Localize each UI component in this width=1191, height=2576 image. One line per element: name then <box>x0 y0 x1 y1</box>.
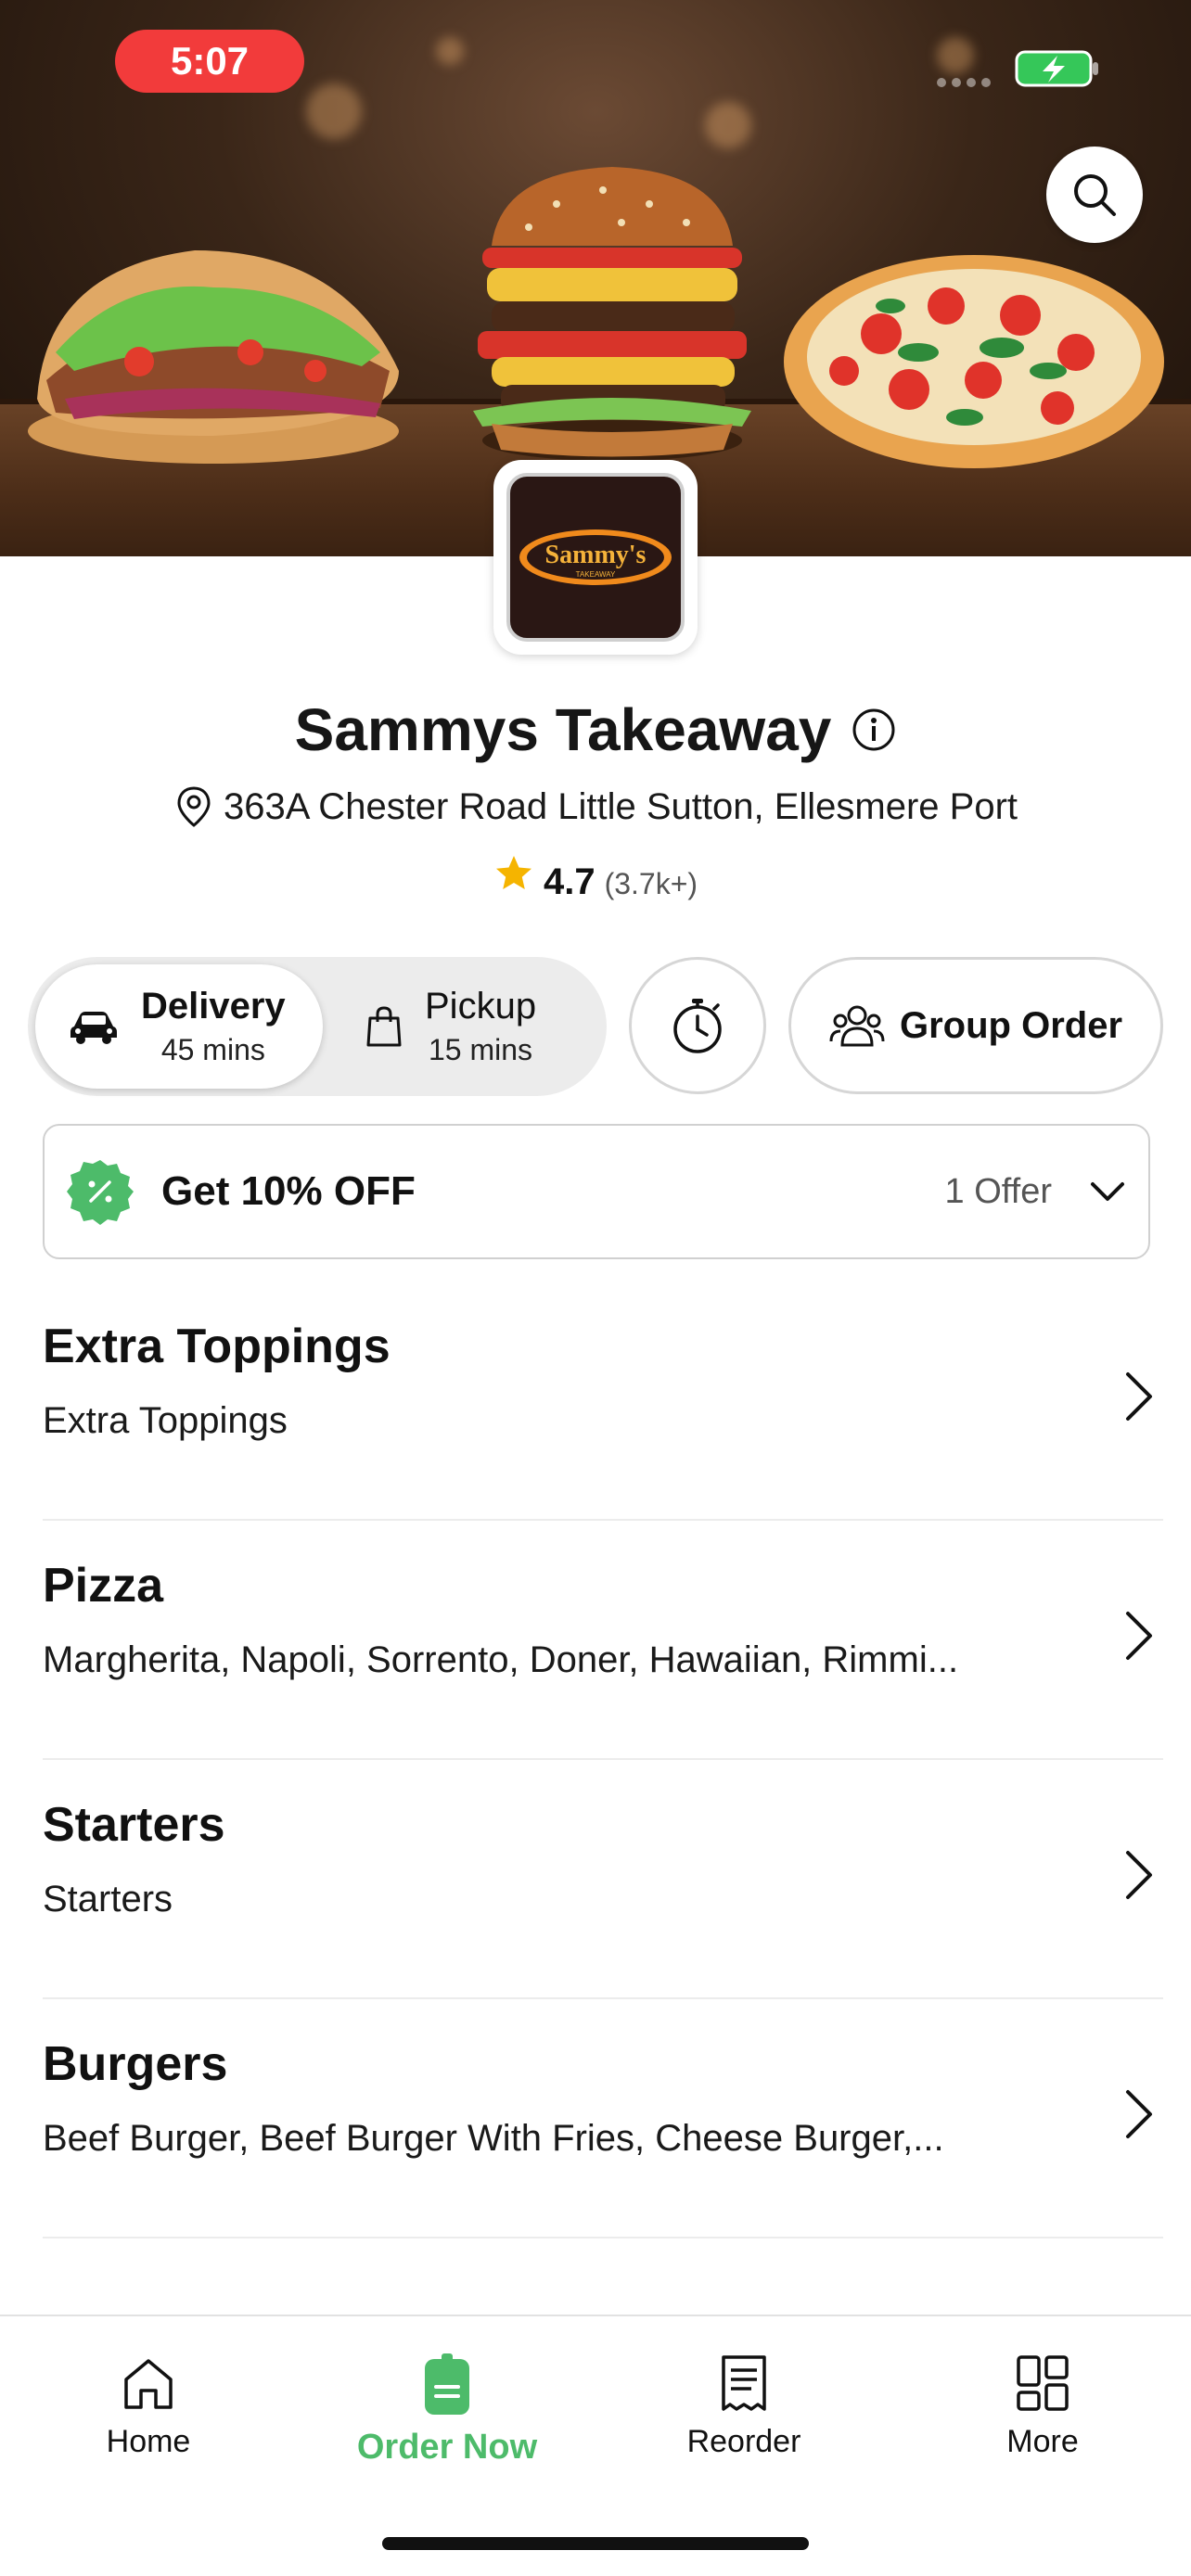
info-icon[interactable] <box>852 708 896 752</box>
shopping-bag-icon <box>366 1006 402 1047</box>
nav-label: Home <box>106 2424 191 2459</box>
group-people-icon <box>829 1005 885 1047</box>
chevron-down-icon <box>1091 1182 1124 1201</box>
group-order-button[interactable]: Group Order <box>788 957 1163 1094</box>
nav-more[interactable]: More <box>922 2353 1163 2460</box>
category-extra-toppings[interactable]: Extra Toppings Extra Toppings <box>43 1282 1163 1521</box>
nav-label: Order Now <box>356 2428 538 2467</box>
star-icon <box>495 856 531 889</box>
category-burgers[interactable]: Burgers Beef Burger, Beef Burger With Fr… <box>43 1999 1163 2238</box>
signal-icon <box>937 78 991 87</box>
offer-banner[interactable]: Get 10% OFF 1 Offer <box>43 1124 1150 1259</box>
offer-count: 1 Offer <box>944 1171 1052 1211</box>
home-indicator[interactable] <box>382 2537 809 2550</box>
nav-label: More <box>1006 2424 1079 2459</box>
nav-reorder[interactable]: Reorder <box>623 2353 864 2460</box>
battery-charging-icon <box>1015 50 1098 87</box>
restaurant-name: Sammys Takeaway <box>294 696 832 763</box>
category-pizza[interactable]: Pizza Margherita, Napoli, Sorrento, Done… <box>43 1521 1163 1760</box>
category-title: Starters <box>43 1798 225 1852</box>
category-description: Extra Toppings <box>43 1400 288 1441</box>
category-description: Margherita, Napoli, Sorrento, Doner, Haw… <box>43 1639 959 1680</box>
delivery-time: 45 mins <box>160 1033 265 1066</box>
pickup-label: Pickup <box>425 986 537 1027</box>
discount-badge-icon <box>67 1160 134 1225</box>
category-description: Beef Burger, Beef Burger With Fries, Che… <box>43 2118 944 2159</box>
category-title: Pizza <box>43 1559 164 1613</box>
category-starters[interactable]: Starters Starters <box>43 1760 1163 1999</box>
rating-value: 4.7 <box>543 861 596 902</box>
chevron-right-icon <box>1126 1612 1152 1660</box>
delivery-pickup-toggle: Delivery 45 mins Pickup 15 mins <box>28 957 607 1096</box>
schedule-button[interactable] <box>629 957 766 1094</box>
burger-image <box>473 167 751 461</box>
status-time: 5:07 <box>115 30 304 93</box>
chevron-right-icon <box>1126 2090 1152 2138</box>
svg-text:TAKEAWAY: TAKEAWAY <box>576 570 616 579</box>
category-description: Starters <box>43 1879 173 1919</box>
sammys-logo: Sammy's TAKEAWAY <box>519 529 672 585</box>
rating-count: (3.7k+) <box>604 867 698 900</box>
nav-label: Reorder <box>686 2424 801 2459</box>
category-title: Burgers <box>43 2037 228 2091</box>
category-title: Extra Toppings <box>43 1320 391 1373</box>
grid-icon <box>1017 2355 1069 2411</box>
svg-text:Sammy's: Sammy's <box>545 541 647 569</box>
search-button[interactable] <box>1046 147 1143 243</box>
home-icon <box>124 2359 173 2409</box>
chevron-right-icon <box>1126 1372 1152 1421</box>
stopwatch-icon <box>673 999 722 1053</box>
doner-image <box>28 250 399 464</box>
location-pin-icon <box>177 786 211 827</box>
receipt-icon <box>722 2355 766 2411</box>
search-icon <box>1074 174 1116 216</box>
order-icon <box>425 2353 469 2415</box>
pickup-time: 15 mins <box>429 1033 533 1066</box>
pizza-image <box>784 255 1164 468</box>
pickup-option[interactable]: Pickup 15 mins <box>365 964 597 1089</box>
restaurant-address: 363A Chester Road Little Sutton, Ellesme… <box>223 785 1018 827</box>
delivery-label: Delivery <box>141 986 286 1027</box>
nav-home[interactable]: Home <box>28 2353 269 2460</box>
group-order-label: Group Order <box>899 1004 1123 1046</box>
restaurant-logo: Sammy's TAKEAWAY <box>493 460 698 655</box>
car-icon <box>70 1012 117 1044</box>
offer-title: Get 10% OFF <box>161 1168 416 1214</box>
chevron-right-icon <box>1126 1851 1152 1899</box>
delivery-option[interactable]: Delivery 45 mins <box>35 964 323 1089</box>
nav-order-now[interactable]: Order Now <box>327 2353 568 2468</box>
